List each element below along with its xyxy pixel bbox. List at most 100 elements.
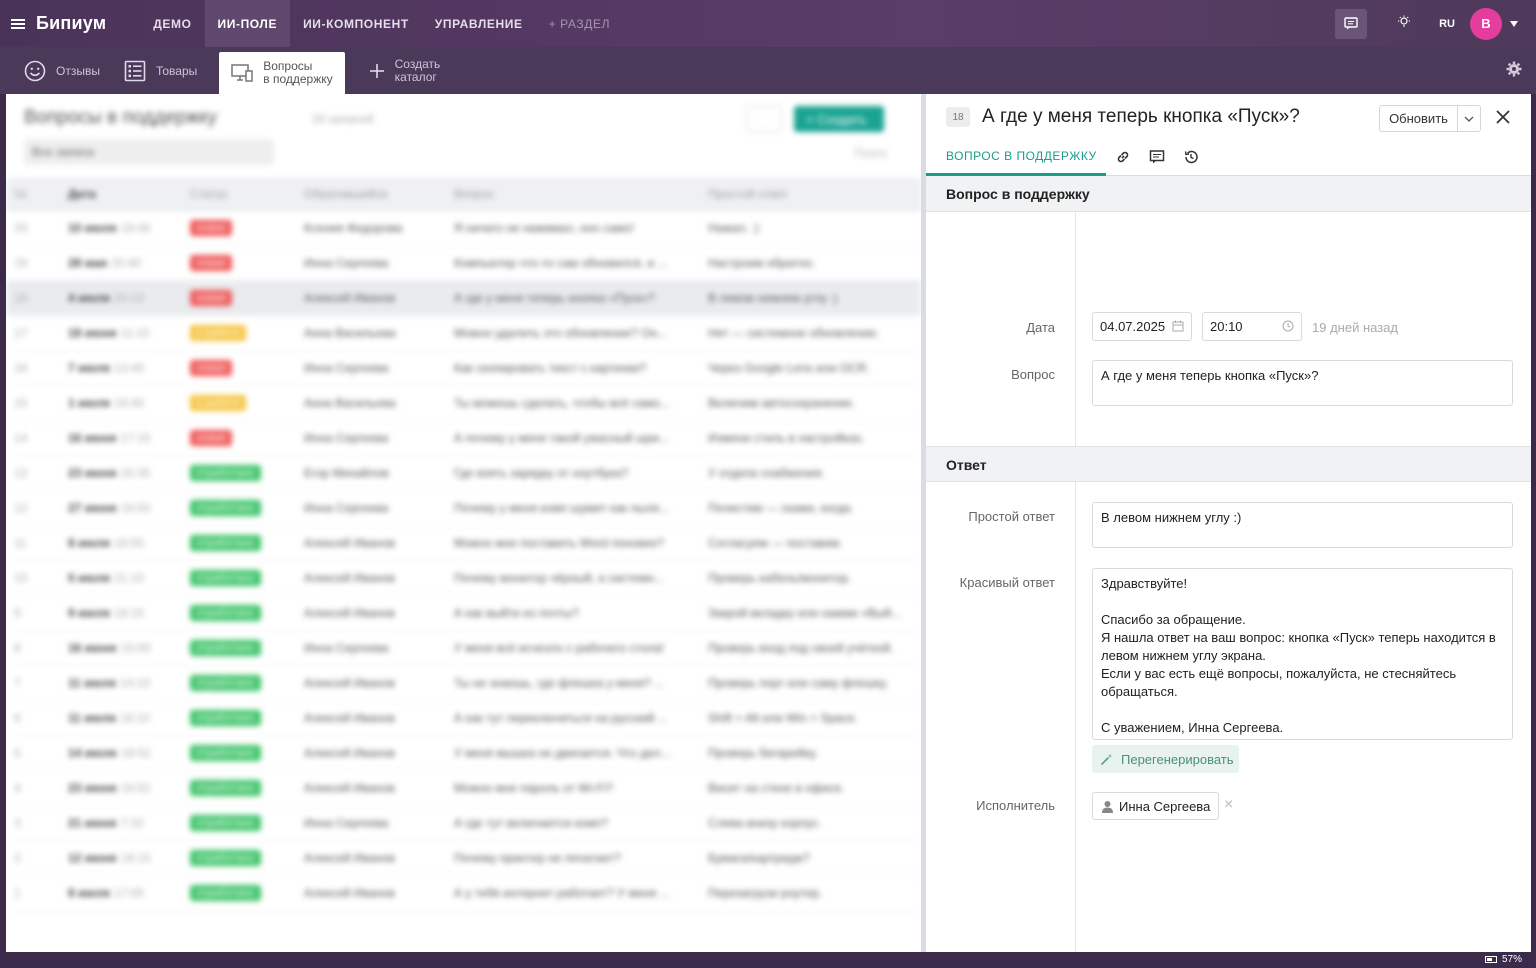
gear-icon[interactable] [1506, 61, 1522, 80]
col-question[interactable]: Вопрос [454, 187, 708, 201]
table-row[interactable]: 4 23 июня 16:52 отработано Алексей Иванов Мож… [6, 771, 921, 806]
bulb-icon[interactable] [1397, 15, 1411, 32]
update-button[interactable]: Обновить [1380, 106, 1458, 131]
row-date-time: 18:40 [113, 396, 144, 410]
row-answer: Проверь кабель/монитор. [708, 571, 852, 585]
row-date-time: 20:35 [120, 466, 151, 480]
table-row[interactable]: 14 16 июня 17:15 новая Инна Сергеева А почему… [6, 421, 921, 456]
row-answer: Настроим обратно. [708, 256, 816, 270]
status-badge: новая [190, 290, 232, 306]
col-date[interactable]: Дата [68, 187, 190, 201]
language-switch[interactable]: RU [1439, 18, 1455, 30]
table-row[interactable]: 16 7 июля 13:40 новая Инна Сергеева Как скопи… [6, 351, 921, 386]
table-row[interactable]: 5 14 июля 18:52 отработано Алексей Иванов У м… [6, 736, 921, 771]
row-num: 9 [14, 606, 21, 620]
row-num: 17 [14, 326, 28, 340]
row-date: 9 июля 18:15 [68, 606, 190, 620]
tab-products[interactable]: Товары [114, 47, 211, 94]
chevron-down-icon[interactable] [1510, 20, 1518, 27]
chat-icon[interactable] [1335, 8, 1368, 39]
table-row[interactable]: 2 12 июня 18:15 отработано Алексей Иванов Поч… [6, 841, 921, 876]
table-row[interactable]: 7 11 июля 14:10 отработано Алексей Иванов Ты … [6, 666, 921, 701]
list-header: Вопросы в поддержку 20 записей Все запис… [6, 94, 921, 178]
table-row[interactable]: 99 июля 18:15 отработано Алексей Иванов А ка… [6, 596, 921, 631]
table-row[interactable]: 3 21 июня 7:32 отработано Инна Сергеева А где… [6, 806, 921, 841]
table-row[interactable]: 10 5 июля 21:10 отработано Алексей Иванов Поч… [6, 561, 921, 596]
row-date-time: 17:05 [113, 886, 144, 900]
row-date-time: 18:15 [113, 606, 144, 620]
calendar-icon[interactable] [1172, 320, 1184, 335]
row-question: А как выйти из почты? [454, 606, 579, 620]
row-question: У меня всё исчезло с рабочего стола! [454, 641, 665, 655]
row-num: 6 [14, 711, 21, 725]
table-row[interactable]: 19 28 мая 20:40 новая Инна Сергеева Компьютер… [6, 246, 921, 281]
col-user[interactable]: Обратившийся [304, 187, 454, 201]
row-status: новая [190, 360, 304, 376]
tab-reviews[interactable]: Отзывы [0, 47, 114, 94]
nav-management[interactable]: УПРАВЛЕНИЕ [422, 0, 536, 47]
row-answer: Нажал. :) [708, 221, 760, 235]
comment-icon[interactable] [1140, 138, 1174, 176]
table-row[interactable]: 20 10 июля 18:45 новая Ксения Федорова Я ниче… [6, 211, 921, 246]
table-row[interactable]: 11 8 июля 16:55 отработано Алексей Иванов Мож… [6, 526, 921, 561]
clock-icon[interactable] [1282, 320, 1294, 335]
table-row[interactable]: 13 23 июня 20:35 отработано Егор Михайлов Где… [6, 456, 921, 491]
filter-select[interactable]: Все записи [24, 139, 274, 165]
table-row[interactable]: 12 27 июня 16:50 отработано Инна Сергеева Поч… [6, 491, 921, 526]
close-icon[interactable] [1492, 106, 1514, 128]
table-row[interactable]: 15 1 июля 18:40 в работе Анна Васильева Ты мо… [6, 386, 921, 421]
table-row[interactable]: 6 11 июля 16:10 отработано Алексей Иванов А к… [6, 701, 921, 736]
row-user: Егор Михайлов [304, 466, 389, 480]
nav-ai-component[interactable]: ИИ-КОМПОНЕНТ [290, 0, 422, 47]
menu-icon[interactable] [0, 0, 36, 47]
row-question: Почему у меня комп шумит как пыле... [454, 501, 670, 515]
nav-ai-field[interactable]: ИИ-ПОЛЕ [204, 0, 291, 47]
refresh-button[interactable] [746, 106, 782, 132]
executor-chip[interactable]: Инна Сергеева [1092, 792, 1220, 820]
row-question: Можно удалить это обновление? Он... [454, 326, 668, 340]
row-status: новая [190, 290, 304, 306]
row-date: 5 июля 21:10 [68, 571, 190, 585]
row-question: Можно мне пароль от Wi-Fi? [454, 781, 613, 795]
history-icon[interactable] [1174, 138, 1208, 176]
user-menu[interactable]: В [1470, 7, 1522, 40]
table-row[interactable]: 8 16 июня 15:00 отработано Инна Сергеева У ме… [6, 631, 921, 666]
tab-products-label: Товары [155, 63, 198, 78]
time-field[interactable]: 20:10 [1202, 312, 1302, 341]
remove-executor-icon[interactable]: × [1224, 796, 1233, 814]
tab-support-question[interactable]: ВОПРОС В ПОДДЕРЖКУ [926, 138, 1106, 176]
create-button[interactable]: + Создать [794, 106, 884, 132]
pretty-answer-line: Я нашла ответ на ваш вопрос: кнопка «Пус… [1101, 630, 1496, 645]
pretty-answer-field[interactable]: Здравствуйте! Спасибо за обращение. Я нашл… [1092, 568, 1513, 740]
row-date-time: 16:52 [120, 781, 151, 795]
row-date-time: 20:40 [111, 256, 142, 270]
simple-answer-field[interactable]: В левом нижнем углу :) [1092, 502, 1513, 548]
regenerate-button[interactable]: Перегенерировать [1092, 745, 1239, 773]
tab-support-questions[interactable]: Вопросы в поддержку [219, 52, 345, 94]
table-row[interactable]: 18 4 июля 20:10 новая Алексей Иванов А где у … [6, 281, 921, 316]
row-user: Инна Сергеева [304, 361, 389, 375]
search-input[interactable]: Поиск [854, 146, 887, 160]
row-date-day: 9 июля [68, 606, 110, 620]
table-row[interactable]: 17 18 июня 11:15 в работе Анна Васильева Можн… [6, 316, 921, 351]
link-icon[interactable] [1106, 138, 1140, 176]
create-catalog-button[interactable]: Создать каталог [345, 47, 455, 94]
nav-demo[interactable]: ДЕМО [140, 0, 204, 47]
pretty-answer-line [1101, 593, 1504, 611]
brand-logo[interactable]: Бипиум [36, 13, 106, 34]
status-badge: в работе [190, 325, 247, 341]
col-num[interactable]: № [6, 187, 68, 201]
row-status: отработано [190, 675, 304, 691]
create-catalog-label: Создать каталог [395, 57, 441, 84]
row-user: Ксения Федорова [304, 221, 403, 235]
avatar[interactable]: В [1470, 7, 1502, 40]
col-answer[interactable]: Простой ответ [708, 187, 918, 201]
date-field[interactable]: 04.07.2025 [1092, 312, 1192, 341]
table-row[interactable]: 18 июля 17:05 отработано Алексей Иванов А у … [6, 876, 921, 911]
row-date-time: 17:15 [120, 431, 151, 445]
row-answer: Проверь батарейку. [708, 746, 818, 760]
question-field[interactable]: А где у меня теперь кнопка «Пуск»? [1092, 360, 1513, 406]
col-status[interactable]: Статус [190, 187, 304, 201]
update-dropdown[interactable] [1458, 106, 1480, 131]
nav-add-section[interactable]: + РАЗДЕЛ [536, 0, 623, 47]
